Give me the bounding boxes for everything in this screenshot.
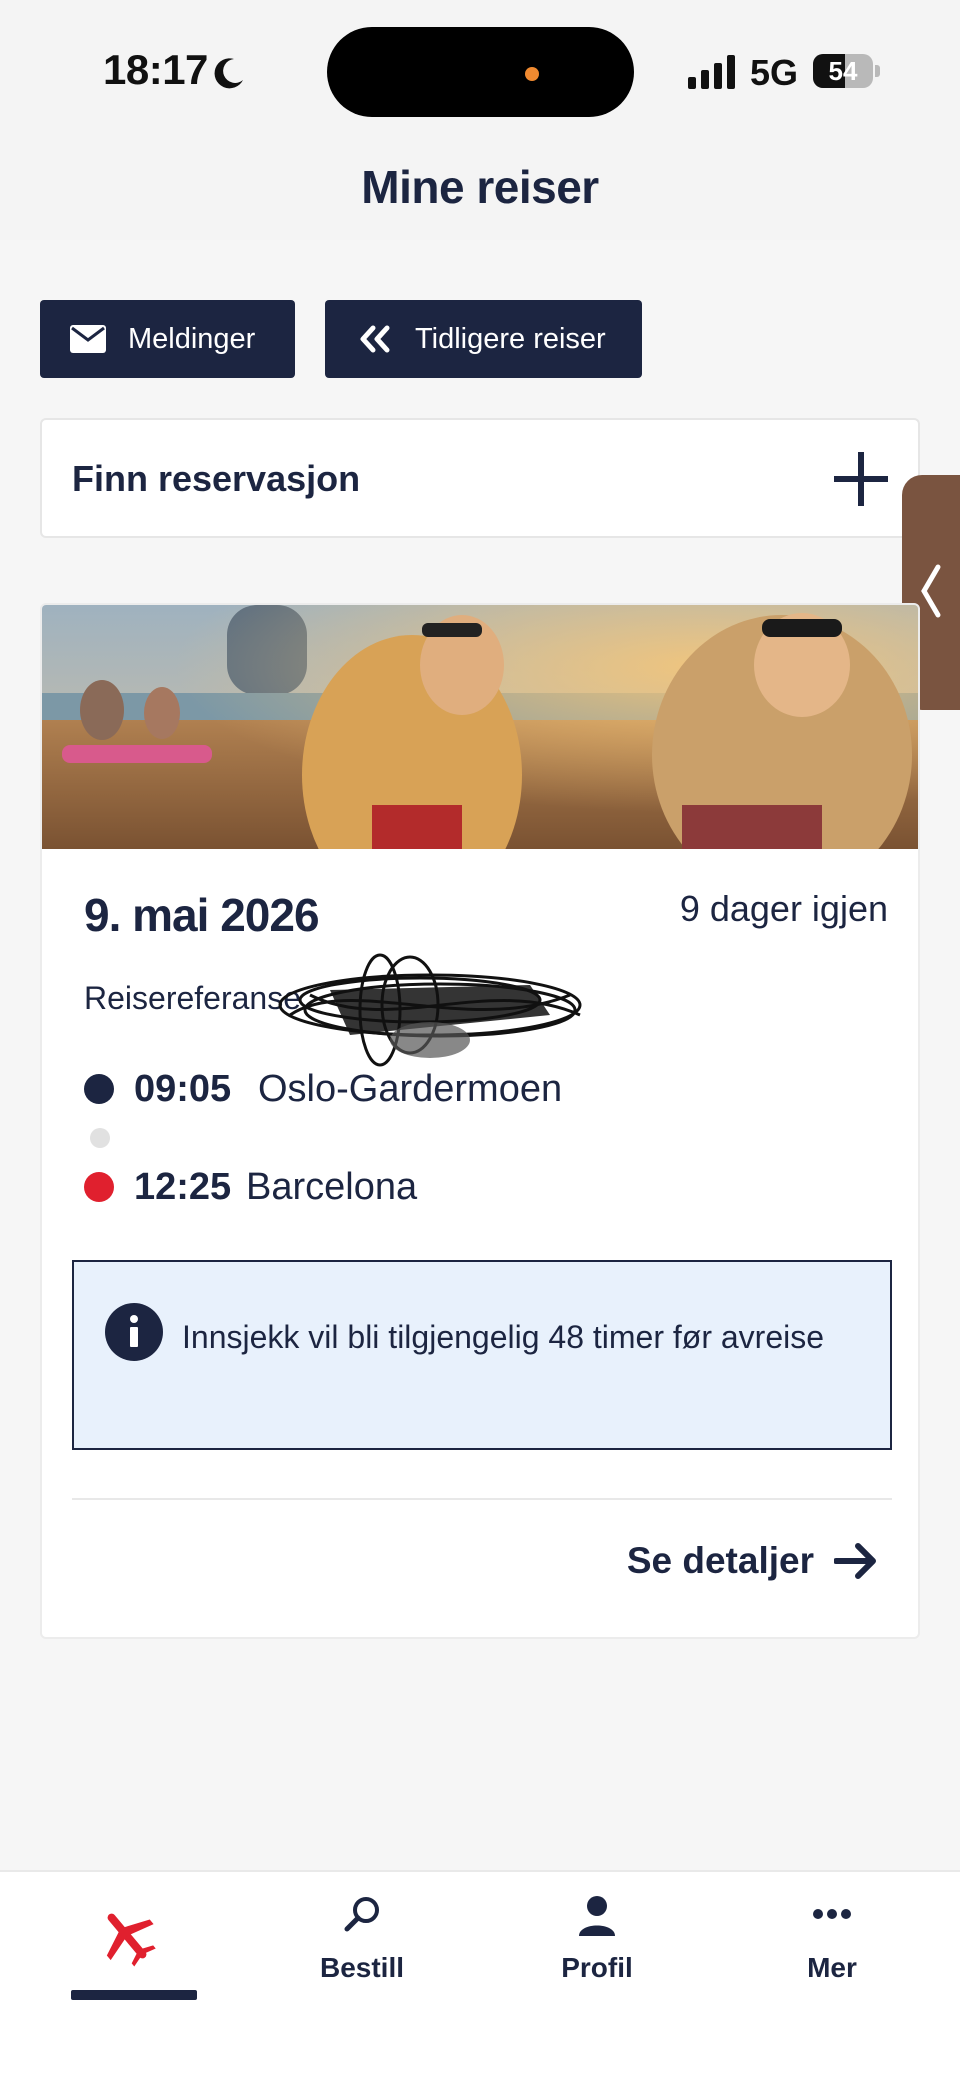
nav-item-trips[interactable] — [7, 1872, 247, 2032]
checkin-info-box: Innsjekk vil bli tilgjengelig 48 timer f… — [72, 1260, 892, 1450]
camera-indicator-dot — [525, 67, 539, 81]
messages-button[interactable]: Meldinger — [40, 300, 295, 378]
info-icon — [105, 1303, 163, 1361]
battery-percent: 54 — [828, 56, 858, 86]
checkin-info-text: Innsjekk vil bli tilgjengelig 48 timer f… — [182, 1319, 825, 1355]
active-tab-indicator — [71, 1990, 197, 2000]
network-label: 5G — [750, 52, 799, 93]
moon-icon — [214, 58, 243, 89]
page-title: Mine reiser — [361, 161, 599, 213]
previous-trips-button[interactable]: Tidligere reiser — [325, 300, 642, 378]
trip-date: 9. mai 2026 — [84, 889, 320, 941]
more-icon — [813, 1909, 851, 1919]
card-divider — [72, 1498, 892, 1500]
arrow-right-icon — [834, 1543, 876, 1579]
previous-trips-label: Tidligere reiser — [415, 322, 606, 355]
messages-label: Meldinger — [128, 322, 256, 355]
departure-place: Oslo-Gardermoen — [258, 1068, 563, 1110]
signal-icon — [688, 55, 735, 89]
nav-item-book[interactable]: Bestill — [242, 1872, 482, 2032]
battery-icon: 54 — [813, 54, 880, 88]
departure-time: 09:05 — [134, 1068, 232, 1110]
see-details-label: Se detaljer — [626, 1540, 814, 1581]
dynamic-island — [327, 27, 634, 117]
person-icon — [579, 1896, 615, 1936]
status-bar: 18:17 5G 54 — [0, 0, 960, 140]
arrival-dot — [84, 1172, 114, 1202]
envelope-icon — [70, 325, 106, 353]
bottom-nav: Bestill Profil Mer — [0, 1870, 960, 2081]
redaction-scribble — [278, 953, 582, 1067]
see-details-link[interactable]: Se detaljer — [627, 1540, 878, 1582]
arrival-time: 12:25 — [134, 1166, 232, 1208]
trip-card[interactable]: 9. mai 2026 9 dager igjen Reisereferanse… — [40, 603, 920, 1639]
arrival-place: Barcelona — [246, 1166, 418, 1208]
search-icon — [344, 1897, 379, 1932]
chevron-left-icon — [921, 564, 941, 618]
days-left: 9 dager igjen — [679, 888, 888, 929]
find-reservation-row[interactable]: Finn reservasjon — [40, 418, 920, 538]
plus-icon[interactable] — [834, 452, 888, 506]
departure-dot — [84, 1074, 114, 1104]
nav-item-more[interactable]: Mer — [712, 1872, 952, 2032]
booking-reference-label: Reisereferanse — [84, 980, 301, 1016]
double-chevron-left-icon — [360, 325, 390, 353]
beach-photo — [42, 605, 918, 849]
nav-label-profile: Profil — [561, 1952, 633, 1983]
find-reservation-label: Finn reservasjon — [72, 458, 361, 499]
airplane-icon — [106, 1913, 156, 1967]
nav-label-more: Mer — [807, 1952, 857, 1983]
nav-item-profile[interactable]: Profil — [477, 1872, 717, 2032]
route-connector-dot — [90, 1128, 110, 1148]
status-time: 18:17 — [103, 46, 208, 93]
nav-label-book: Bestill — [319, 1952, 405, 1983]
